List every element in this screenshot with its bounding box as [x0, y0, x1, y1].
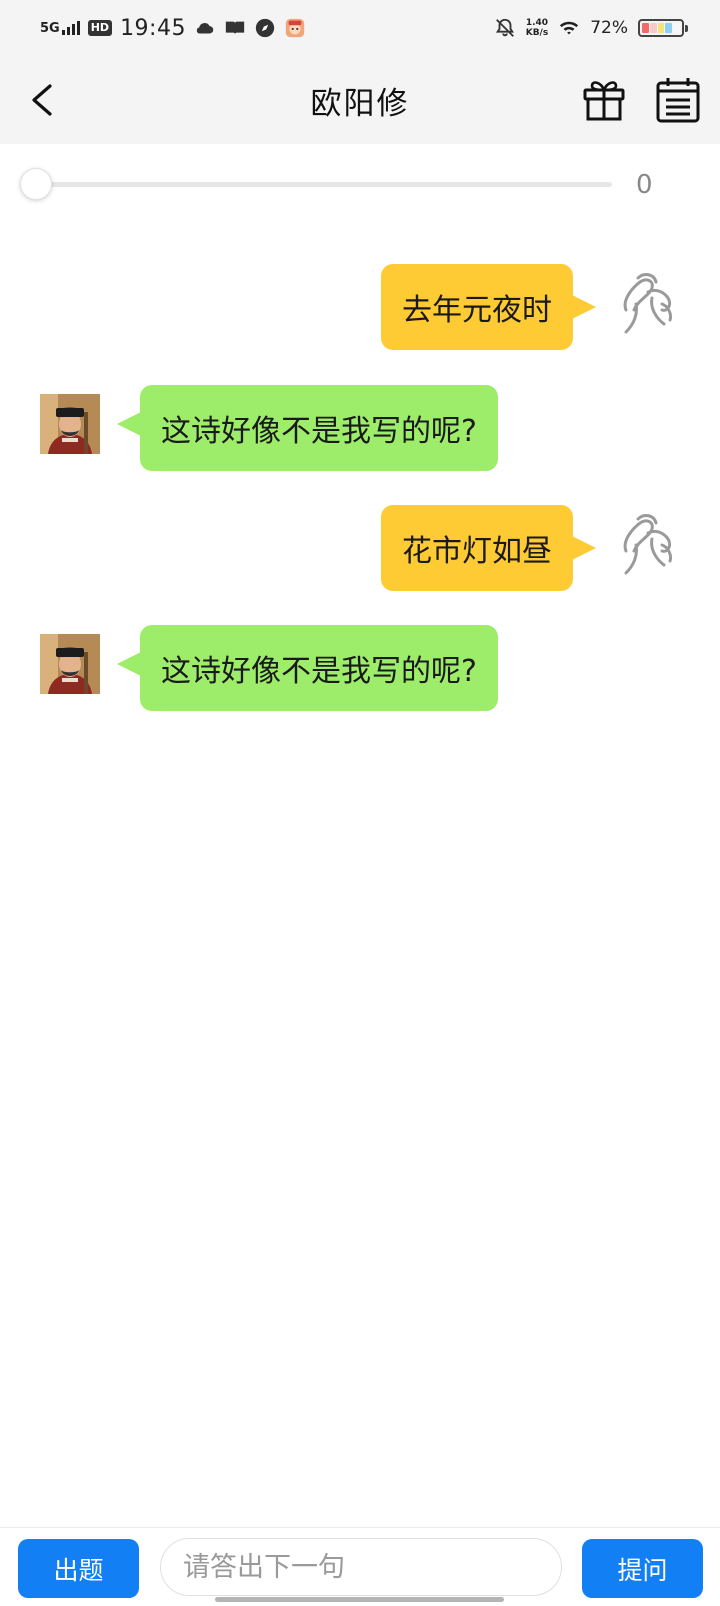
battery-icon [638, 19, 688, 37]
home-indicator[interactable] [215, 1597, 504, 1602]
cloud-icon [196, 23, 214, 34]
progress-slider-track[interactable] [36, 182, 612, 187]
speed-unit: KB/s [525, 28, 549, 38]
answer-input[interactable] [160, 1538, 562, 1596]
book-icon [225, 21, 245, 35]
user-message-bubble: 去年元夜时 [381, 264, 596, 350]
question-button[interactable]: 出题 [18, 1539, 139, 1598]
user-message-bubble: 花市灯如昼 [381, 505, 596, 591]
network-type: 5G [40, 20, 60, 36]
hd-badge: HD [87, 20, 113, 36]
progress-slider-thumb[interactable] [20, 168, 52, 200]
scholar-portrait-icon [40, 394, 100, 454]
calendar-list-icon[interactable] [655, 76, 701, 124]
bot-avatar [40, 634, 100, 694]
bot-avatar [40, 394, 100, 454]
bot-message-bubble: 这诗好像不是我写的呢? [117, 625, 498, 711]
signal-icon [61, 21, 80, 35]
bottom-input-bar: 出题 提问 [0, 1527, 720, 1606]
user-avatar-icon [623, 514, 672, 575]
header-bar: 欧阳修 [0, 56, 720, 144]
gift-icon[interactable] [582, 76, 626, 122]
progress-value: 0 [636, 170, 653, 200]
scholar-portrait-icon [40, 634, 100, 694]
compass-icon [255, 18, 275, 38]
status-left-group: 5G HD 19:45 [40, 12, 306, 44]
network-speed: 1.40 KB/s [526, 18, 548, 38]
status-time: 19:45 [120, 15, 186, 41]
ask-button[interactable]: 提问 [582, 1539, 703, 1598]
status-right-group: 1.40 KB/s 72% [494, 12, 688, 44]
wifi-icon [560, 21, 579, 35]
status-bar: 5G HD 19:45 1.40 KB/s 72% [0, 0, 720, 56]
user-avatar-icon [623, 273, 672, 334]
app-avatar-icon [285, 18, 305, 38]
battery-percent: 72% [590, 18, 628, 38]
bell-off-icon [495, 18, 514, 37]
bot-message-bubble: 这诗好像不是我写的呢? [117, 385, 498, 471]
speed-value: 1.40 [525, 18, 549, 28]
